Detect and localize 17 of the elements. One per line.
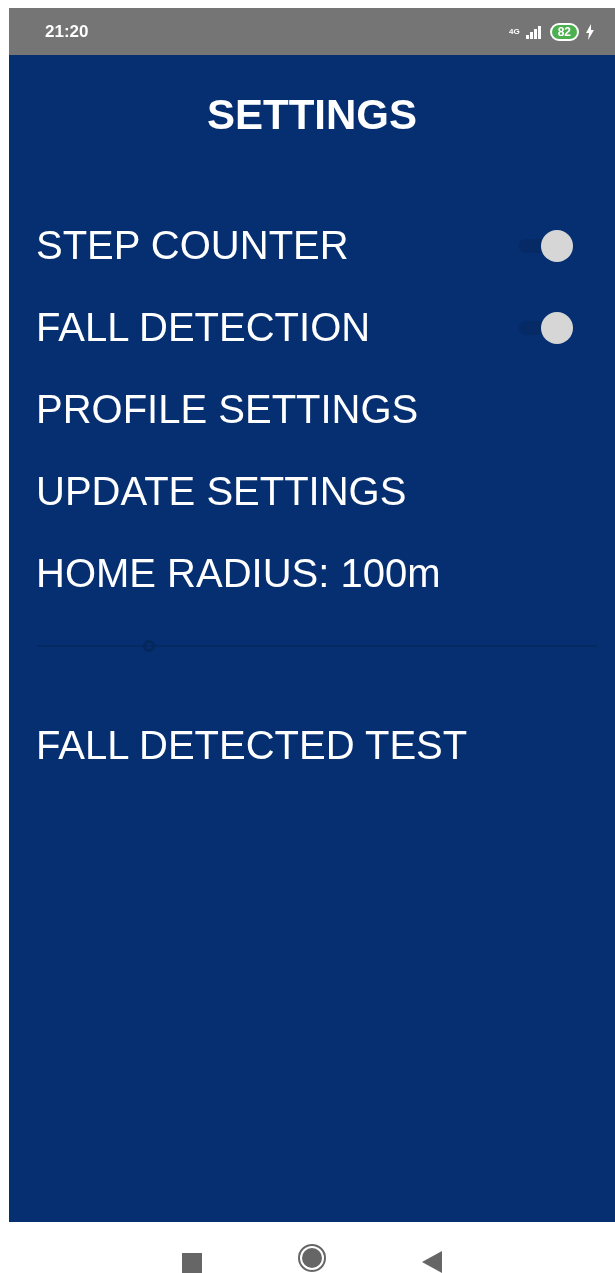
page-title: SETTINGS xyxy=(206,90,418,140)
toggle-switch[interactable] xyxy=(519,228,575,262)
charging-icon xyxy=(585,23,595,40)
setting-label: STEP COUNTER xyxy=(36,222,349,269)
home-icon xyxy=(297,1243,327,1273)
settings-link[interactable]: FALL DETECTED TEST xyxy=(36,715,468,775)
toggle-switch[interactable] xyxy=(519,310,575,344)
battery-level: 82 xyxy=(549,22,579,41)
back-icon xyxy=(422,1251,442,1273)
setting-label: FALL DETECTION xyxy=(36,304,371,351)
settings-link[interactable]: PROFILE SETTINGS xyxy=(36,379,419,439)
radius-label: HOME RADIUS: 100m xyxy=(36,550,441,597)
signal-icon xyxy=(525,24,544,39)
settings-link[interactable]: UPDATE SETTINGS xyxy=(36,461,407,521)
network-type: 4G xyxy=(508,25,520,38)
recents-icon xyxy=(182,1253,202,1273)
clock: 21:20 xyxy=(45,20,89,43)
